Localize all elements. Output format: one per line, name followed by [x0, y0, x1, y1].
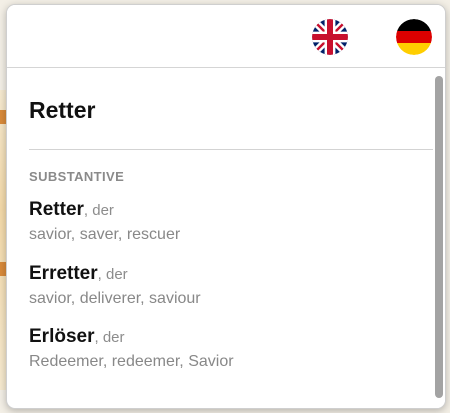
entry-translations: Redeemer, redeemer, Savior	[29, 353, 234, 370]
part-of-speech-label: SUBSTANTIVE	[29, 169, 125, 184]
uk-flag-icon[interactable]	[312, 19, 348, 55]
entry-word: Retter	[29, 199, 84, 220]
entry-word: Erlöser	[29, 326, 95, 347]
entry-article: , der	[83, 202, 114, 219]
dictionary-popup: Retter SUBSTANTIVE Retter, der savior, s…	[6, 4, 446, 409]
popup-header	[7, 5, 445, 68]
divider	[29, 149, 433, 150]
headword-title: Retter	[29, 97, 96, 123]
german-flag-icon[interactable]	[396, 19, 432, 55]
translation-entry: Retter, der savior, saver, rescuer	[29, 199, 180, 244]
entry-translations: savior, saver, rescuer	[29, 226, 181, 243]
popup-content: Retter SUBSTANTIVE Retter, der savior, s…	[7, 69, 433, 408]
entry-article: , der	[97, 266, 128, 283]
entry-word: Erretter	[29, 263, 98, 284]
entry-translations: savior, deliverer, saviour	[29, 290, 201, 307]
translation-entry: Erlöser, der Redeemer, redeemer, Savior	[29, 326, 234, 371]
scrollbar-thumb[interactable]	[435, 76, 443, 398]
entry-article: , der	[94, 329, 125, 346]
translation-entry: Erretter, der savior, deliverer, saviour	[29, 263, 201, 308]
